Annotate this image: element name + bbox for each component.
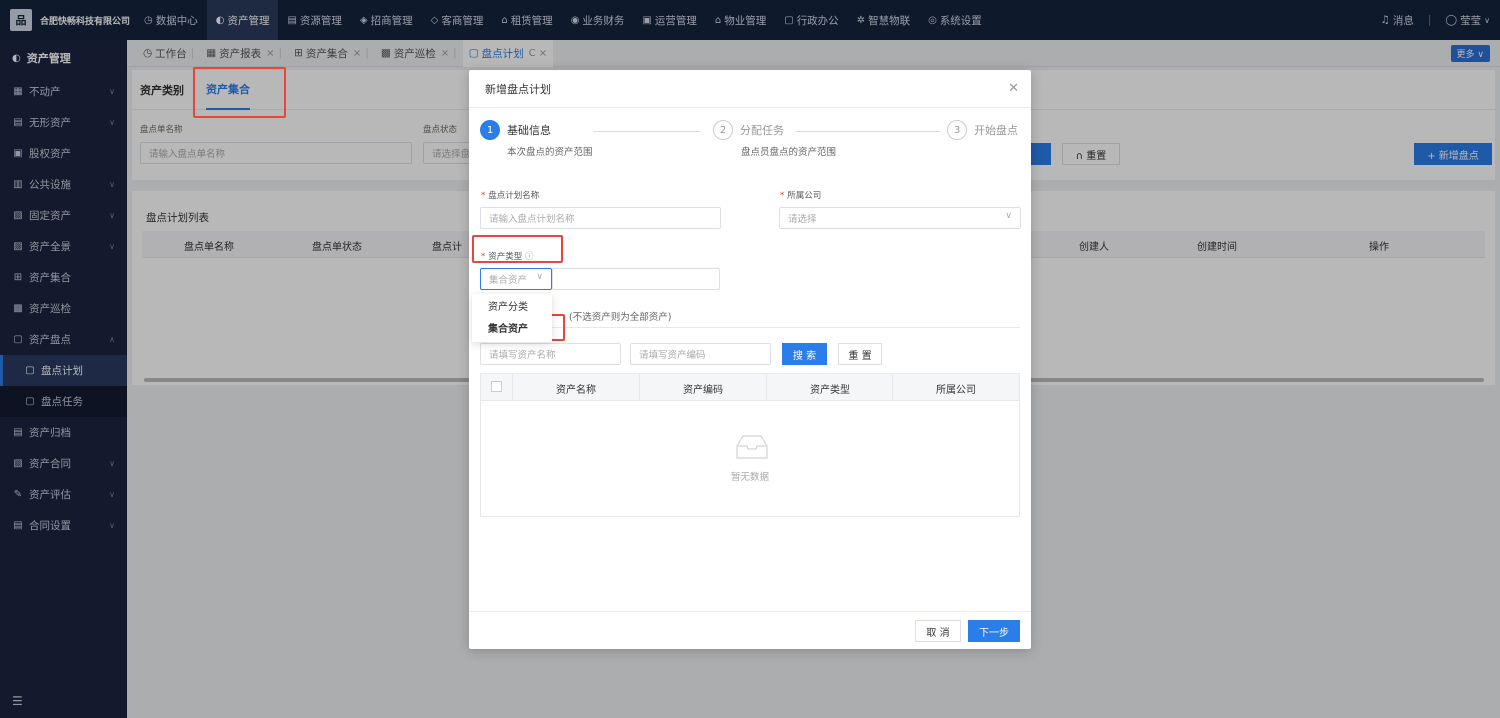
plan-name-label: * 盘点计划名称: [481, 191, 540, 201]
plan-name-input[interactable]: 请输入盘点计划名称: [480, 207, 721, 229]
col-header: 资产编码: [683, 385, 723, 396]
column-divider: [512, 374, 513, 401]
empty-text: 暂无数据: [730, 472, 769, 483]
dialog-title: 新增盘点计划: [485, 82, 551, 96]
option-collection-asset[interactable]: 集合资产: [472, 316, 552, 338]
close-icon[interactable]: ✕: [1008, 81, 1019, 96]
col-header: 所属公司: [936, 385, 976, 396]
asset-table: 资产名称 资产编码 资产类型 所属公司 暂无数据: [480, 373, 1020, 517]
step-title: 基础信息: [507, 124, 551, 137]
company-select[interactable]: 请选择 ∨: [779, 207, 1021, 229]
highlight-box: [472, 235, 563, 263]
step-3: 3 开始盘点: [947, 120, 1018, 140]
step-number: 2: [713, 120, 733, 140]
modal-reset-button[interactable]: 重 置: [838, 343, 882, 365]
step-title: 开始盘点: [974, 124, 1018, 137]
step-connector: [593, 131, 701, 132]
asset-table-header: 资产名称 资产编码 资产类型 所属公司: [481, 374, 1019, 401]
column-divider: [639, 374, 640, 401]
highlight-box: [193, 67, 286, 118]
select-all-checkbox[interactable]: [491, 381, 502, 392]
asset-hint: (不选资产则为全部资产): [569, 312, 672, 323]
step-1: 1 基础信息: [480, 120, 551, 140]
step-title: 分配任务: [740, 124, 784, 137]
step-connector: [795, 131, 941, 132]
next-step-button[interactable]: 下一步: [968, 620, 1020, 642]
chevron-down-icon: ∨: [536, 272, 543, 282]
asset-type-select[interactable]: 集合资产 ∨: [480, 268, 552, 290]
company-placeholder: 请选择: [788, 214, 817, 225]
asset-type-value: 集合资产: [489, 275, 528, 286]
step-desc: 盘点员盘点的资产范围: [741, 147, 837, 158]
step-number: 3: [947, 120, 967, 140]
dialog-header: 新增盘点计划 ✕: [469, 70, 1031, 108]
cancel-button[interactable]: 取 消: [915, 620, 961, 642]
asset-select-input[interactable]: [552, 268, 720, 290]
step-number: 1: [480, 120, 500, 140]
col-header: 资产名称: [556, 385, 596, 396]
asset-code-input[interactable]: 请填写资产编码: [630, 343, 771, 365]
option-asset-category[interactable]: 资产分类: [472, 294, 552, 316]
dialog-footer-divider: [469, 611, 1031, 612]
col-header: 资产类型: [810, 385, 850, 396]
empty-box-icon: [736, 435, 768, 459]
step-2: 2 分配任务: [713, 120, 784, 140]
modal-search-button[interactable]: 搜 索: [782, 343, 827, 365]
column-divider: [892, 374, 893, 401]
company-label: * 所属公司: [780, 191, 822, 201]
asset-type-dropdown: 资产分类 集合资产: [472, 294, 552, 342]
step-desc: 本次盘点的资产范围: [507, 147, 593, 158]
chevron-down-icon: ∨: [1005, 211, 1012, 221]
column-divider: [766, 374, 767, 401]
asset-name-input[interactable]: 请填写资产名称: [480, 343, 621, 365]
